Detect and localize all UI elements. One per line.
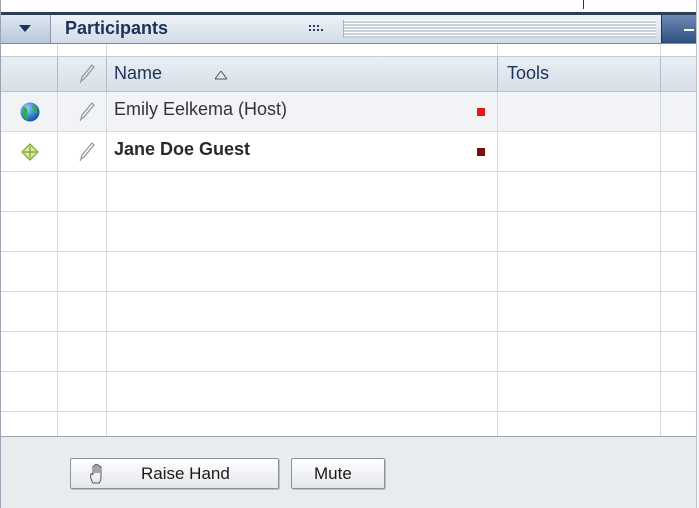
header-divider	[57, 57, 58, 92]
panel-title: Participants	[65, 18, 169, 38]
title-drag-area[interactable]	[343, 20, 656, 38]
participant-name: Emily Eelkema (Host)	[114, 99, 288, 119]
header-divider	[106, 57, 107, 92]
title-bar: Participants	[1, 12, 696, 44]
sort-ascending-icon[interactable]	[215, 71, 227, 80]
column-divider	[106, 44, 107, 436]
column-header-name[interactable]: Name	[114, 63, 162, 84]
status-indicator	[477, 108, 485, 116]
globe-icon	[20, 102, 40, 122]
chevron-down-icon	[19, 25, 31, 32]
column-divider	[57, 44, 58, 436]
pencil-icon[interactable]	[79, 64, 95, 84]
pencil-icon	[79, 102, 95, 122]
status-indicator	[477, 148, 485, 156]
participants-panel: Participants Emily Eelkema (Host) Jane D…	[0, 0, 699, 508]
table-header: Name Tools	[1, 56, 696, 92]
footer-toolbar: Raise Hand Mute	[1, 436, 696, 508]
panel-menu-button[interactable]	[1, 15, 51, 43]
header-divider	[497, 57, 498, 92]
raise-hand-label: Raise Hand	[141, 464, 230, 483]
column-header-tools[interactable]: Tools	[507, 63, 549, 84]
mute-button[interactable]: Mute	[291, 458, 385, 489]
grip-icon[interactable]	[309, 25, 323, 34]
participant-name: Jane Doe Guest	[114, 139, 251, 159]
hand-icon	[90, 463, 102, 484]
diamond-icon	[21, 143, 39, 161]
minimize-button[interactable]	[661, 15, 696, 43]
window-edge-mark	[583, 0, 584, 9]
pencil-icon	[79, 142, 95, 162]
mute-label: Mute	[314, 464, 352, 483]
participants-table: Emily Eelkema (Host) Jane Doe Guest Name…	[1, 44, 696, 436]
column-divider	[660, 44, 661, 436]
column-divider	[497, 44, 498, 436]
header-divider	[660, 57, 661, 92]
minimize-icon	[684, 29, 694, 31]
raise-hand-button[interactable]: Raise Hand	[70, 458, 279, 489]
